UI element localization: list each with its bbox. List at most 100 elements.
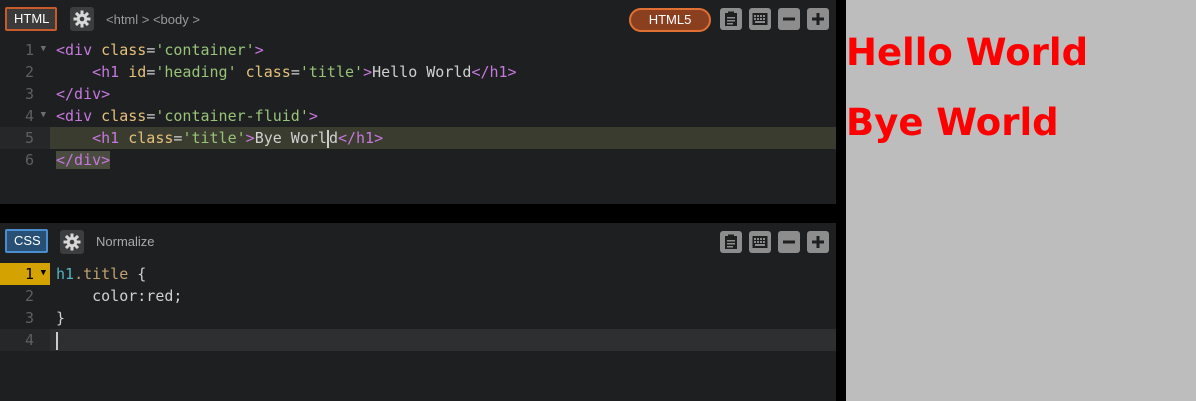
code-token: id	[119, 63, 147, 81]
line-number: 6	[24, 151, 34, 169]
code-text: </div>	[56, 151, 111, 169]
plus-icon	[812, 13, 824, 25]
code-line: 6 </div>	[0, 149, 836, 171]
css-settings-button[interactable]	[60, 230, 84, 254]
fold-arrow-icon[interactable]: ▼	[41, 268, 46, 278]
code-token: =	[146, 41, 156, 59]
breadcrumb: <html > <body >	[106, 12, 200, 27]
gear-icon	[63, 233, 81, 251]
code-token: d	[328, 129, 338, 147]
code-token: =	[146, 63, 156, 81]
code-text	[56, 331, 58, 350]
code-token: <div	[56, 41, 93, 59]
preview-pane: Hello World Bye World	[846, 0, 1196, 401]
plus-icon	[812, 236, 824, 248]
html-collapse-button[interactable]	[778, 8, 800, 30]
code-token: >	[308, 107, 318, 125]
preprocessor-label[interactable]: Normalize	[96, 234, 155, 249]
html-panel-header: HTML <html > <body > HTML5	[0, 0, 836, 39]
code-token: <h1	[92, 129, 120, 147]
code-token: =	[146, 107, 156, 125]
code-token: </h1>	[337, 129, 384, 147]
line-gutter: 6	[0, 149, 50, 171]
css-language-tab[interactable]: CSS	[5, 229, 48, 253]
html-settings-button[interactable]	[70, 7, 94, 31]
line-number: 2	[24, 287, 34, 305]
code-token: 'title'	[299, 63, 364, 81]
matched-tag-highlight: </div>	[56, 151, 111, 169]
code-token: color:red;	[56, 287, 183, 305]
code-token: =	[290, 63, 300, 81]
code-token: >	[363, 63, 373, 81]
active-line-highlight	[50, 329, 836, 351]
code-token: class	[92, 41, 147, 59]
html-keyboard-button[interactable]	[749, 8, 771, 30]
line-gutter: 4	[0, 329, 50, 351]
code-token: <h1	[92, 63, 120, 81]
line-number: 5	[24, 129, 34, 147]
css-clipboard-button[interactable]	[720, 231, 742, 253]
html-clipboard-button[interactable]	[720, 8, 742, 30]
code-token: <div	[56, 107, 93, 125]
html-code-editor[interactable]: 1 ▼ <div class='container'> 2 <h1 id='hea…	[0, 39, 836, 171]
pane-resize-handle[interactable]	[836, 0, 846, 401]
code-line-active: 5 <h1 class='title'>Bye Worl d</h1>	[0, 127, 836, 149]
clipboard-icon	[725, 11, 737, 26]
code-text: <div class='container-fluid'>	[56, 107, 318, 125]
html-language-tab[interactable]: HTML	[5, 7, 57, 31]
code-token: class	[236, 63, 291, 81]
code-token: 'title'	[182, 129, 246, 147]
html-expand-button[interactable]	[807, 8, 829, 30]
code-text: <h1 id='heading' class='title'>Hello Wor…	[56, 63, 517, 81]
preview-heading-hello: Hello World	[846, 31, 1089, 74]
line-number: 3	[24, 309, 34, 327]
html-editor-panel: HTML <html > <body > HTML5 1 ▼ <div clas…	[0, 0, 836, 204]
code-line: 2 color:red;	[0, 285, 836, 307]
fold-arrow-icon[interactable]: ▼	[41, 110, 46, 120]
code-text: </div>	[56, 85, 110, 103]
code-text: <div class='container'>	[56, 41, 264, 59]
css-keyboard-button[interactable]	[749, 231, 771, 253]
code-token: h1	[56, 265, 75, 283]
code-line: 3 }	[0, 307, 836, 329]
code-line: 4 ▼ <div class='container-fluid'>	[0, 105, 836, 127]
code-token: 'heading'	[155, 63, 237, 81]
code-token: </div>	[56, 85, 111, 103]
panel-gap	[0, 204, 836, 223]
text-cursor	[56, 331, 58, 350]
keyboard-icon	[752, 13, 768, 25]
code-token: 'container-fluid'	[155, 107, 309, 125]
line-number: 4	[24, 331, 34, 349]
code-line: 1 ▼ h1.title {	[0, 263, 836, 285]
code-line: 3 </div>	[0, 83, 836, 105]
code-token: 'container'	[155, 41, 255, 59]
line-number: 3	[24, 85, 34, 103]
line-gutter: 2	[0, 61, 50, 83]
code-token: .title	[74, 265, 129, 283]
line-gutter: 3	[0, 83, 50, 105]
code-token: </h1>	[471, 63, 517, 81]
minus-icon	[783, 17, 795, 21]
css-panel-header: CSS Normalize	[0, 223, 836, 262]
code-line: 1 ▼ <div class='container'>	[0, 39, 836, 61]
css-code-editor[interactable]: 1 ▼ h1.title { 2 color:red; 3 } 4	[0, 263, 836, 351]
css-expand-button[interactable]	[807, 231, 829, 253]
css-editor-panel: CSS Normalize 1 ▼ h1.title {2 color:red…	[0, 223, 836, 401]
fold-arrow-icon[interactable]: ▼	[41, 44, 46, 54]
code-token: >	[245, 129, 255, 147]
doctype-button[interactable]: HTML5	[629, 8, 711, 32]
code-text: }	[56, 309, 65, 327]
line-gutter-active: 1 ▼	[0, 263, 50, 285]
line-number: 4	[24, 107, 34, 125]
preview-heading-bye: Bye World	[846, 101, 1059, 144]
code-token: Hello World	[372, 63, 472, 81]
code-line-active: 4	[0, 329, 836, 351]
line-gutter: 5	[0, 127, 50, 149]
code-token: class	[92, 107, 147, 125]
line-gutter: 2	[0, 285, 50, 307]
code-token: {	[128, 265, 147, 283]
code-token: }	[56, 309, 66, 327]
css-collapse-button[interactable]	[778, 231, 800, 253]
